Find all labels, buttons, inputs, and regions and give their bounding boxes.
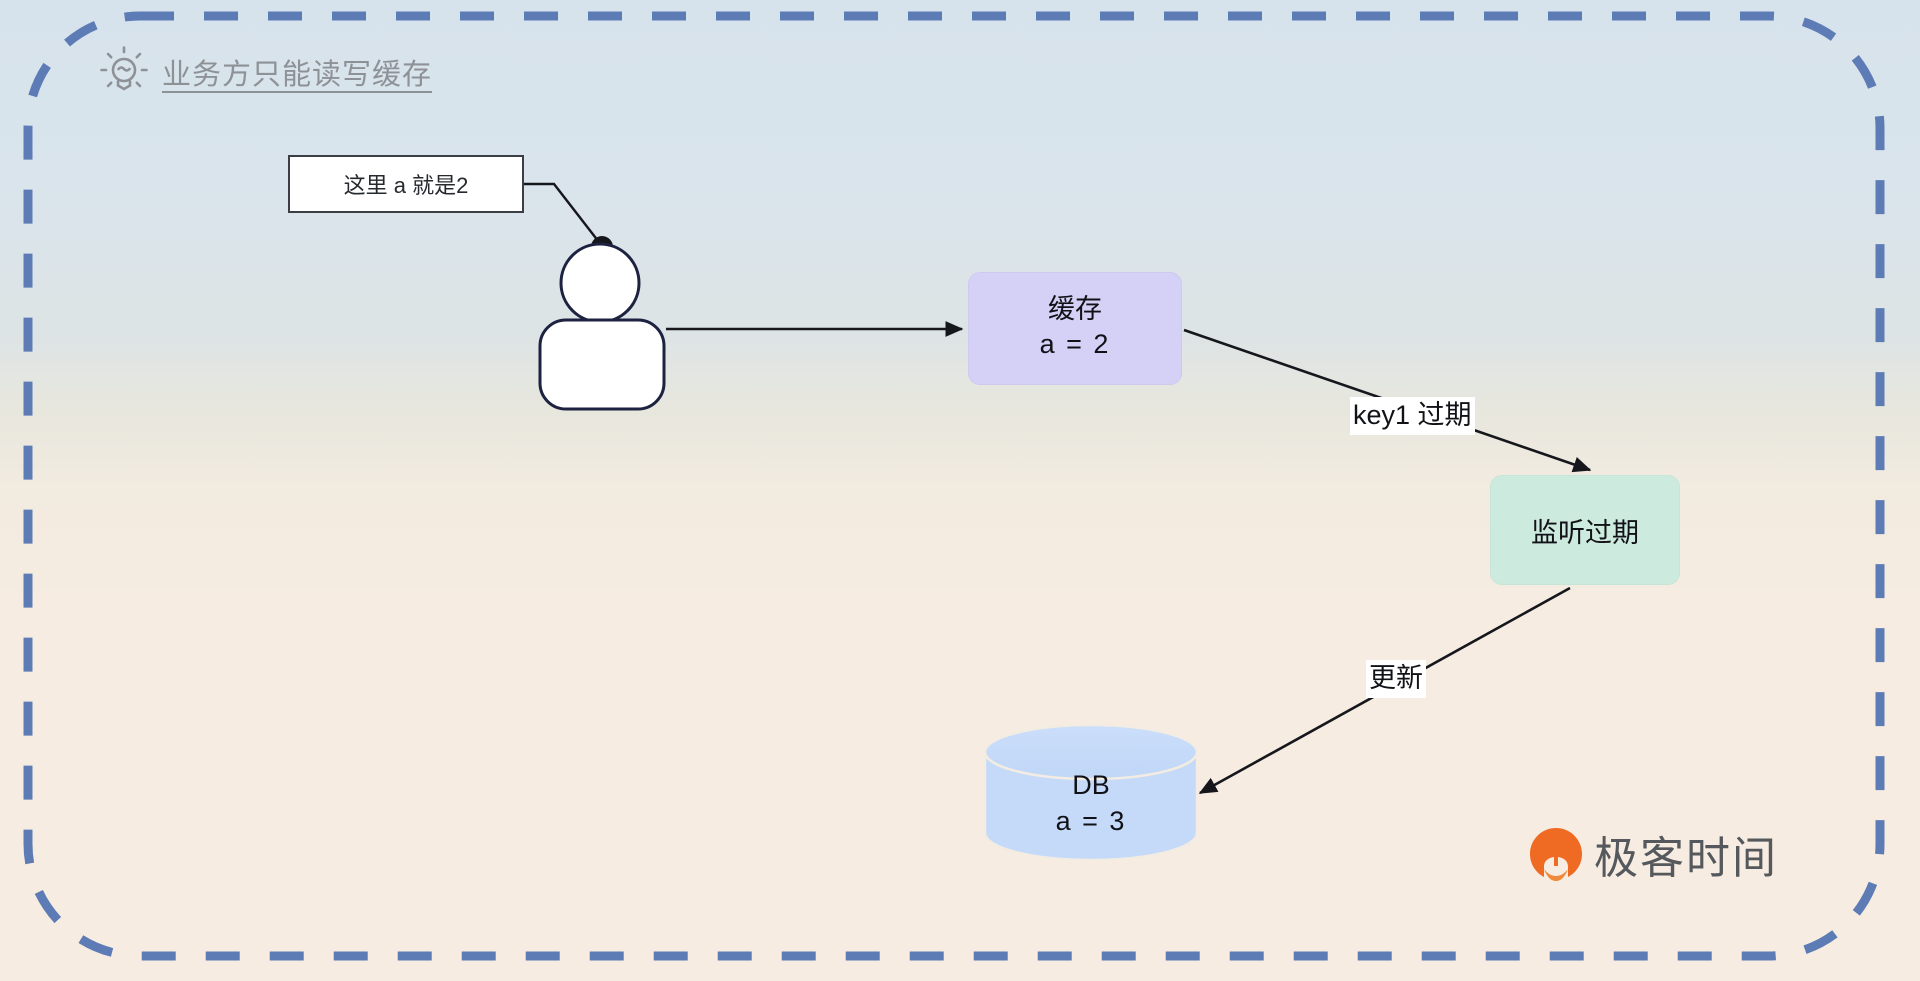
node-cache-title: 缓存 [1048, 293, 1102, 324]
diagram-canvas: 业务方只能读写缓存 这里 a 就是2 缓存 a = 2 监听过期 DB a = … [0, 0, 1920, 981]
actor-head [559, 242, 641, 324]
node-listener[interactable]: 监听过期 [1490, 475, 1680, 585]
node-listener-title: 监听过期 [1531, 517, 1639, 548]
node-db[interactable]: DB a = 3 [985, 725, 1197, 860]
note-leader-line [524, 182, 603, 247]
node-db-value: a = 3 [1055, 805, 1127, 836]
node-db-label: DB a = 3 [985, 769, 1197, 841]
node-db-title: DB [1072, 770, 1110, 800]
note-callout: 这里 a 就是2 [288, 155, 524, 213]
note-callout-text: 这里 a 就是2 [343, 173, 469, 198]
brand-watermark: 极客时间 [1528, 822, 1778, 886]
lightbulb-icon [100, 46, 148, 91]
edge-label-update: 更新 [1366, 660, 1426, 698]
brand-name: 极客时间 [1594, 834, 1778, 883]
diagram-title-text: 业务方只能读写缓存 [162, 59, 433, 91]
geektime-logo-icon [1530, 828, 1582, 881]
edge-label-key1-expired: key1 过期 [1350, 397, 1475, 435]
node-cache[interactable]: 缓存 a = 2 [968, 272, 1182, 385]
diagram-title: 业务方只能读写缓存 [98, 46, 432, 98]
actor-body [538, 318, 666, 411]
node-cache-value: a = 2 [1039, 329, 1111, 360]
